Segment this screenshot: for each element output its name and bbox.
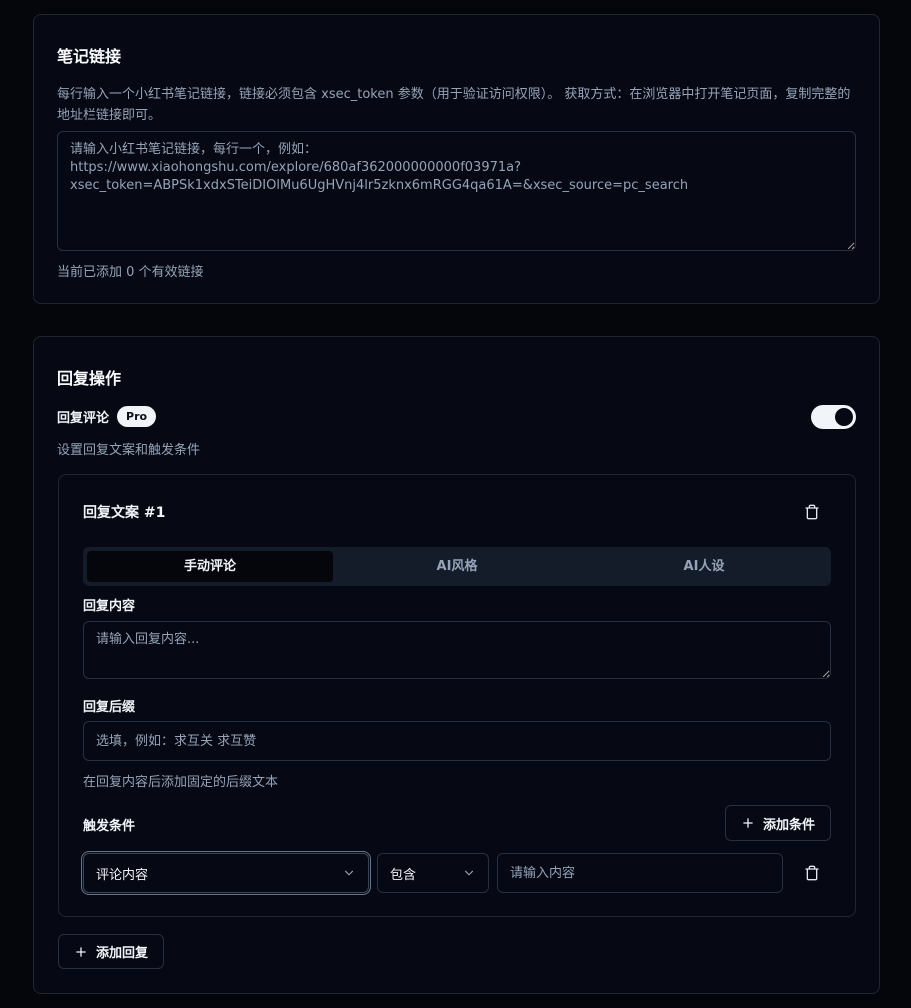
delete-condition-button[interactable] xyxy=(801,862,823,884)
trigger-conditions-label: 触发条件 xyxy=(83,819,136,834)
add-condition-button[interactable]: 添加条件 xyxy=(725,805,831,841)
reply-item-title: 回复文案 #1 xyxy=(83,505,166,521)
reply-comment-row: 回复评论 Pro xyxy=(57,406,157,427)
condition-operator-select[interactable]: 包含 xyxy=(377,853,489,893)
reply-suffix-hint: 在回复内容后添加固定的后缀文本 xyxy=(83,775,279,790)
chevron-down-icon xyxy=(464,870,474,876)
links-card-title: 笔记链接 xyxy=(57,47,122,66)
condition-field-select[interactable]: 评论内容 xyxy=(83,853,369,893)
valid-links-status: 当前已添加 0 个有效链接 xyxy=(57,265,204,280)
add-reply-label: 添加回复 xyxy=(95,946,148,961)
tab-ai-persona[interactable]: AI人设 xyxy=(581,551,827,582)
condition-operator-value: 包含 xyxy=(390,867,417,883)
toggle-knob xyxy=(835,408,853,426)
pro-badge: Pro xyxy=(117,406,157,427)
reply-mode-tabs: 手动评论 AI风格 AI人设 xyxy=(83,547,831,586)
reply-content-label: 回复内容 xyxy=(83,599,136,614)
reply-card-title: 回复操作 xyxy=(57,369,122,388)
reply-card: 回复操作 回复评论 Pro 设置回复文案和触发条件 回复文案 #1 手动评论 A… xyxy=(33,336,880,994)
condition-value-input[interactable] xyxy=(497,853,783,893)
links-card-description: 每行输入一个小红书笔记链接，链接必须包含 xsec_token 参数（用于验证访… xyxy=(57,87,851,123)
delete-reply-button[interactable] xyxy=(801,501,823,523)
reply-comment-label: 回复评论 xyxy=(57,411,110,426)
tab-manual-comment[interactable]: 手动评论 xyxy=(87,551,333,582)
reply-content-input[interactable] xyxy=(83,621,831,679)
add-reply-button[interactable]: 添加回复 xyxy=(58,934,164,969)
plus-icon xyxy=(76,946,86,957)
trash-icon xyxy=(805,865,819,881)
condition-field-value: 评论内容 xyxy=(96,867,149,883)
links-card: 笔记链接 每行输入一个小红书笔记链接，链接必须包含 xsec_token 参数（… xyxy=(33,14,880,304)
reply-suffix-label: 回复后缀 xyxy=(83,700,136,715)
note-links-textarea[interactable] xyxy=(57,131,856,251)
reply-suffix-input[interactable] xyxy=(83,721,831,761)
tab-ai-style[interactable]: AI风格 xyxy=(334,551,580,582)
reply-item-card: 回复文案 #1 手动评论 AI风格 AI人设 回复内容 回复后缀 在回复内容后添… xyxy=(58,474,856,917)
trash-icon xyxy=(805,504,819,520)
plus-icon xyxy=(743,818,753,828)
reply-subtitle: 设置回复文案和触发条件 xyxy=(57,443,201,458)
add-condition-label: 添加条件 xyxy=(762,817,815,833)
reply-comment-toggle[interactable] xyxy=(811,405,856,429)
chevron-down-icon xyxy=(344,870,354,876)
